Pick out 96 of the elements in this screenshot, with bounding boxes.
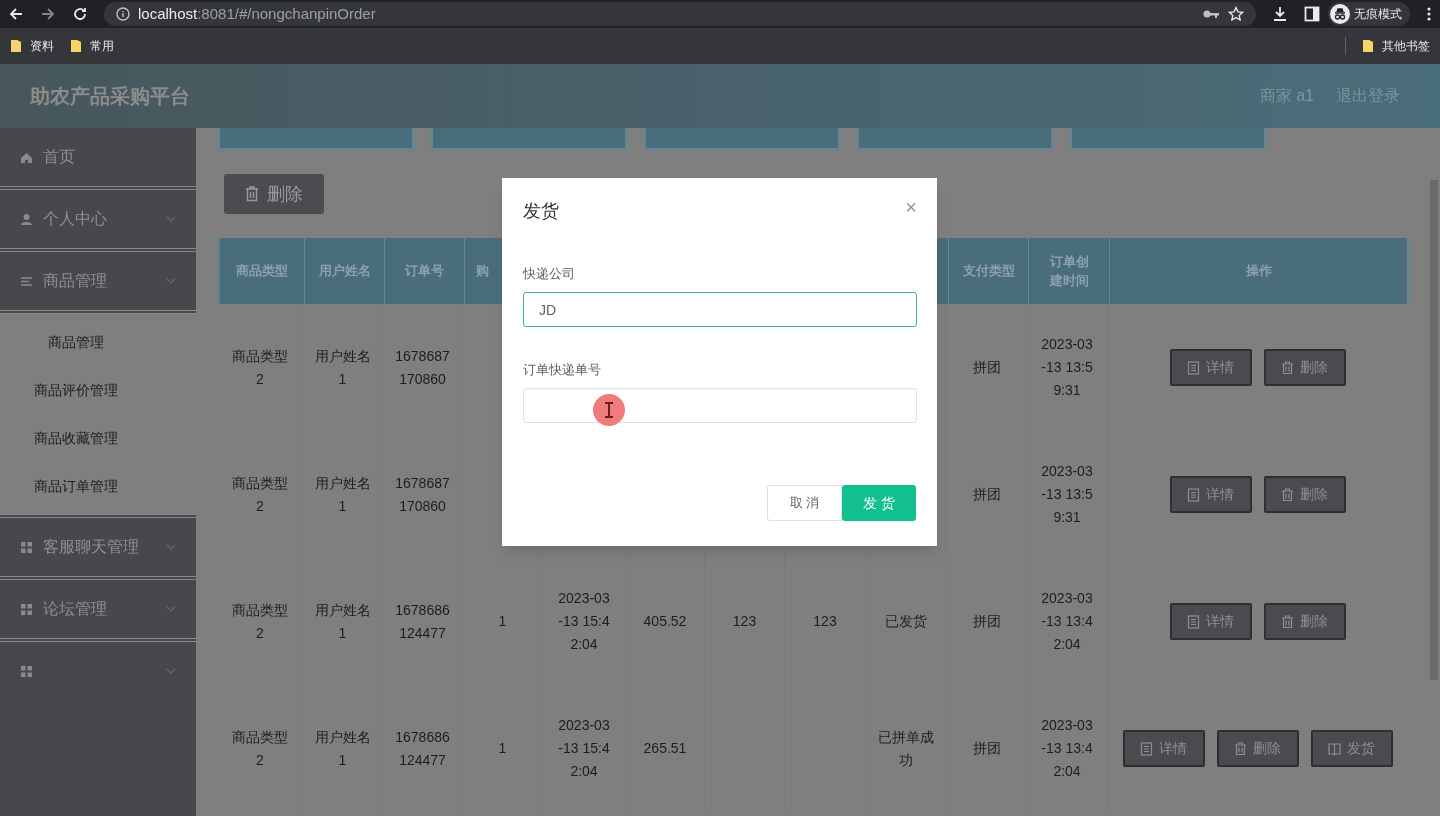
confirm-button[interactable]: 发 货 <box>842 485 916 521</box>
folder-icon <box>1362 39 1374 53</box>
folder-icon <box>70 39 82 53</box>
detail-button[interactable]: 详情 <box>1169 476 1252 513</box>
list-icon <box>20 274 33 288</box>
submenu-item[interactable]: 商品评价管理 <box>0 366 196 414</box>
cursor-icon <box>593 394 625 426</box>
user-icon <box>20 212 33 226</box>
table-cell-text: 1678687170860 <box>394 473 451 516</box>
book-icon <box>1328 741 1341 756</box>
table-cell-text: 商品类型2 <box>231 600 289 643</box>
trash-icon <box>1281 487 1294 502</box>
key-icon[interactable] <box>1202 8 1220 20</box>
detail-button[interactable]: 详情 <box>1122 730 1205 767</box>
table-cell-text: 商品类型2 <box>231 473 289 516</box>
table-cell-text: 2023-03-13 15:42:04 <box>557 716 611 781</box>
input-field[interactable] <box>523 388 917 423</box>
table-cell-text: 商品类型2 <box>231 727 289 770</box>
more-icon[interactable] <box>1426 6 1432 22</box>
home-icon <box>20 150 33 164</box>
table-cell-text: 1 <box>497 612 508 631</box>
column-header: 购 <box>476 262 489 281</box>
download-icon[interactable] <box>1272 6 1288 22</box>
delete-button[interactable]: 删除 <box>1216 730 1299 767</box>
table-cell-text: 265.51 <box>642 739 688 758</box>
field-label: 快递公司 <box>523 265 576 283</box>
delete-button[interactable]: 删除 <box>1263 603 1346 640</box>
table-cell-text: 2023-03-13 15:42:04 <box>557 589 611 654</box>
table-cell-text: 已发货 <box>884 612 928 631</box>
table-cell-text: 123 <box>731 612 758 631</box>
dialog-title: 发货 <box>523 199 559 223</box>
forward-icon[interactable] <box>40 6 56 22</box>
detail-button[interactable]: 详情 <box>1169 349 1252 386</box>
submenu-item[interactable]: 商品订单管理 <box>0 462 196 510</box>
field-label: 订单快递单号 <box>523 361 602 379</box>
table-cell-text: 拼团 <box>971 358 1002 377</box>
star-icon[interactable] <box>1228 6 1244 22</box>
table-cell-text: 拼团 <box>971 485 1002 504</box>
input-field[interactable]: JD <box>523 292 917 327</box>
column-header: 订单创建时间 <box>1048 252 1090 290</box>
column-header: 操作 <box>1246 262 1272 281</box>
close-button[interactable]: × <box>905 197 917 217</box>
grid-icon <box>20 664 33 678</box>
incognito-icon <box>1330 4 1350 24</box>
bookmark[interactable]: 资料 <box>10 37 54 55</box>
table-cell-text: 用户姓名1 <box>313 600 372 643</box>
ship-button[interactable]: 发货 <box>1310 730 1393 767</box>
document-icon <box>1187 614 1200 629</box>
trash-icon <box>1234 741 1247 756</box>
column-header: 订单号 <box>404 262 445 281</box>
cancel-button[interactable]: 取 消 <box>767 485 842 521</box>
table-cell-text: 1678686124477 <box>394 727 451 770</box>
incognito-button[interactable]: 无痕模式 <box>1328 2 1410 26</box>
submenu-item[interactable]: 商品管理 <box>0 318 196 366</box>
site-title: 助农产品采购平台 <box>30 84 190 109</box>
table-cell-text: 拼团 <box>971 739 1002 758</box>
trash-icon <box>245 186 259 202</box>
reload-icon[interactable] <box>72 6 88 22</box>
side-panel-icon[interactable] <box>1304 6 1320 22</box>
table-cell-text: 405.52 <box>642 612 688 631</box>
submenu-item[interactable]: 商品收藏管理 <box>0 414 196 462</box>
table-cell-text: 2023-03-13 13:59:31 <box>1040 335 1094 400</box>
delete-button[interactable]: 删除 <box>224 174 324 214</box>
column-header: 商品类型 <box>235 262 289 281</box>
table-cell-text: 拼团 <box>971 612 1002 631</box>
trash-icon <box>1281 614 1294 629</box>
table-cell-text: 已拼单成功 <box>878 727 934 770</box>
table-cell-text: 2023-03-13 13:42:04 <box>1040 716 1094 781</box>
document-icon <box>1140 741 1153 756</box>
document-icon <box>1187 360 1200 375</box>
bookmark[interactable]: 其他书签 <box>1362 37 1430 55</box>
info-icon <box>116 7 130 21</box>
bookmark[interactable]: 常用 <box>70 37 114 55</box>
table-cell-text: 1678687170860 <box>394 346 451 389</box>
table-cell-text: 用户姓名1 <box>313 346 372 389</box>
table-cell-text: 商品类型2 <box>231 346 289 389</box>
delete-button[interactable]: 删除 <box>1263 349 1346 386</box>
document-icon <box>1187 487 1200 502</box>
table-cell-text: 用户姓名1 <box>313 473 372 516</box>
table-cell-text: 2023-03-13 13:59:31 <box>1040 462 1094 527</box>
address-bar[interactable]: localhost:8081/#/nongchanpinOrder <box>104 2 1256 26</box>
column-header: 支付类型 <box>961 262 1016 281</box>
table-cell-text: 1 <box>497 739 508 758</box>
delete-button[interactable]: 删除 <box>1263 476 1346 513</box>
url-text: localhost:8081/#/nongchanpinOrder <box>138 3 376 24</box>
grid-icon <box>20 602 33 616</box>
trash-icon <box>1281 360 1294 375</box>
table-cell-text: 2023-03-13 13:42:04 <box>1040 589 1094 654</box>
table-cell-text: 1678686124477 <box>394 600 451 643</box>
column-header: 用户姓名 <box>317 262 372 281</box>
folder-icon <box>10 39 22 53</box>
detail-button[interactable]: 详情 <box>1169 603 1252 640</box>
grid-icon <box>20 540 33 554</box>
table-cell-text: 123 <box>812 612 838 631</box>
table-cell-text: 用户姓名1 <box>313 727 372 770</box>
back-icon[interactable] <box>8 6 24 22</box>
